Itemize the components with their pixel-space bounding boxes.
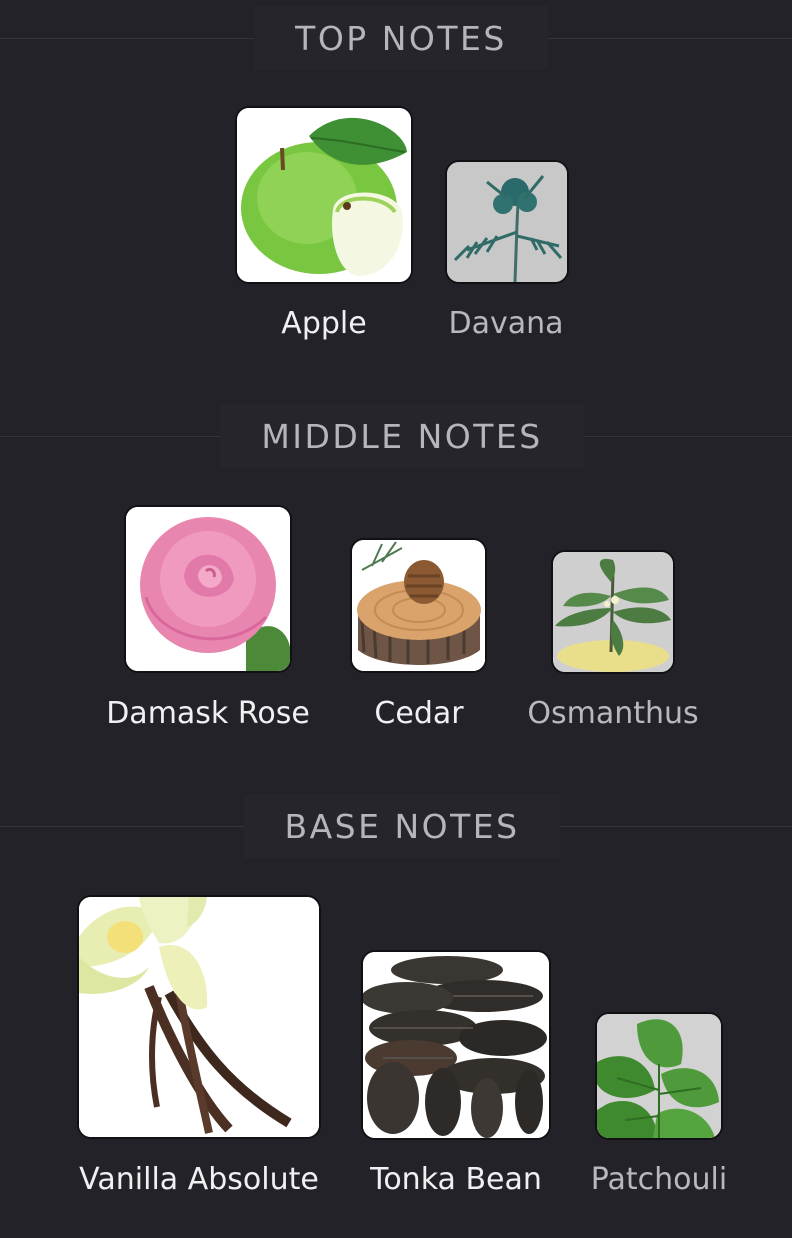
note-label: Cedar <box>374 696 464 731</box>
note-label: Davana <box>448 306 564 341</box>
note-label: Patchouli <box>590 1162 728 1197</box>
middle-notes-title-box: MIDDLE NOTES <box>220 404 584 468</box>
top-notes-header: TOP NOTES <box>0 6 792 70</box>
note-label: Apple <box>281 306 367 341</box>
top-notes-title-box: TOP NOTES <box>254 6 548 70</box>
osmanthus-image[interactable] <box>553 552 673 672</box>
middle-notes-title: MIDDLE NOTES <box>261 416 543 456</box>
note-label: Osmanthus <box>527 696 699 731</box>
rose-image[interactable] <box>126 507 290 671</box>
tonka-bean-image[interactable] <box>363 952 549 1138</box>
davana-image[interactable] <box>447 162 567 282</box>
notes-pyramid: TOP NOTES Apple Davana MIDDLE NOTES Dama… <box>0 0 792 1238</box>
cedar-image[interactable] <box>352 540 485 671</box>
apple-image[interactable] <box>237 108 411 282</box>
note-label: Vanilla Absolute <box>79 1162 319 1197</box>
vanilla-image[interactable] <box>79 897 319 1137</box>
note-label: Damask Rose <box>106 696 310 731</box>
top-notes-title: TOP NOTES <box>295 18 507 58</box>
middle-notes-header: MIDDLE NOTES <box>0 404 792 468</box>
base-notes-title: BASE NOTES <box>284 806 520 846</box>
patchouli-image[interactable] <box>597 1014 721 1138</box>
base-notes-header: BASE NOTES <box>0 794 792 858</box>
base-notes-title-box: BASE NOTES <box>244 794 560 858</box>
note-label: Tonka Bean <box>370 1162 542 1197</box>
